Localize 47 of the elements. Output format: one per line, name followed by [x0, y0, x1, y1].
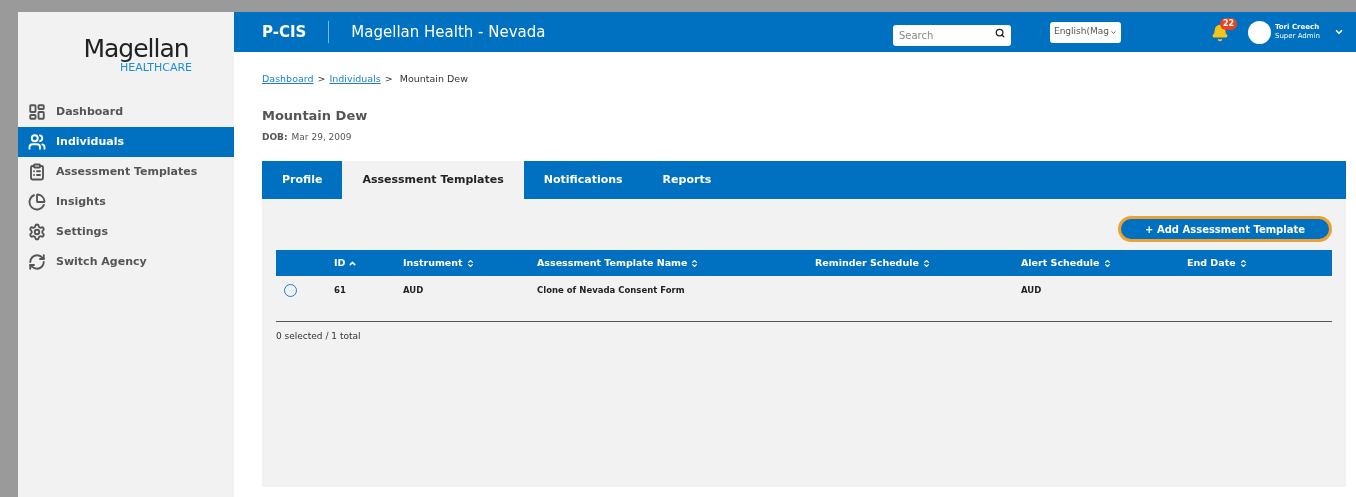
table-cell: 61 [334, 284, 346, 295]
pie-chart-icon [28, 193, 46, 211]
sidebar-item[interactable]: Individuals [18, 127, 234, 157]
tab[interactable]: Assessment Templates [342, 161, 524, 200]
column-header[interactable]: Instrument [403, 256, 537, 271]
logo-wordmark: Magellan [83, 36, 189, 62]
refresh-icon [28, 253, 46, 271]
tab[interactable]: Reports [642, 161, 732, 200]
breadcrumb-separator: > [384, 72, 393, 86]
sidebar-item[interactable]: Settings [18, 217, 234, 247]
person-name: Mountain Dew [262, 107, 369, 126]
people-icon [28, 133, 46, 151]
clipboard-icon [28, 163, 46, 181]
dob-value: Mar 29, 2009 [291, 130, 352, 144]
logo-subtitle: HEALTHCARE [119, 62, 193, 73]
table-cell: AUD [1021, 284, 1042, 295]
tab[interactable]: Notifications [523, 161, 643, 200]
dashboard-icon [28, 103, 46, 121]
search-field[interactable]: Search [892, 24, 1011, 46]
app-name: P-CIS [234, 20, 330, 44]
notification-badge: 22 [1219, 18, 1238, 30]
breadcrumb-link[interactable]: Individuals [329, 72, 381, 87]
avatar[interactable] [1247, 20, 1271, 44]
settings-icon [28, 223, 46, 241]
dob-label: DOB: [262, 130, 288, 144]
caret-icon[interactable] [1334, 27, 1344, 37]
add-template-button[interactable]: + Add Assessment Template [1118, 216, 1332, 243]
column-header[interactable]: Assessment Template Name [537, 256, 815, 271]
breadcrumb-link[interactable]: Dashboard [262, 72, 314, 87]
agency-title: Magellan Health - Nevada [350, 21, 546, 43]
tab[interactable]: Profile [262, 161, 343, 200]
search-icon [994, 27, 1005, 38]
column-header[interactable]: End Date [1187, 256, 1332, 271]
selection-count: 0 selected / 1 total [276, 330, 362, 344]
bell-icon[interactable] [1210, 24, 1229, 42]
table-cell: Clone of Nevada Consent Form [537, 284, 685, 295]
language-select[interactable]: English(Maɡ [1049, 21, 1121, 43]
sidebar-item[interactable]: Switch Agency [18, 247, 234, 277]
column-header[interactable]: Reminder Schedule [815, 256, 1021, 271]
table-cell: AUD [403, 284, 424, 295]
breadcrumb-separator: > [317, 72, 326, 86]
sidebar-item[interactable]: Insights [18, 187, 234, 217]
sidebar-item[interactable]: Dashboard [18, 97, 234, 127]
column-header[interactable]: Alert Schedule [1021, 256, 1187, 271]
breadcrumb-current: Mountain Dew [399, 72, 468, 86]
column-header[interactable]: ID [334, 256, 403, 271]
sidebar-item[interactable]: Assessment Templates [18, 157, 234, 187]
